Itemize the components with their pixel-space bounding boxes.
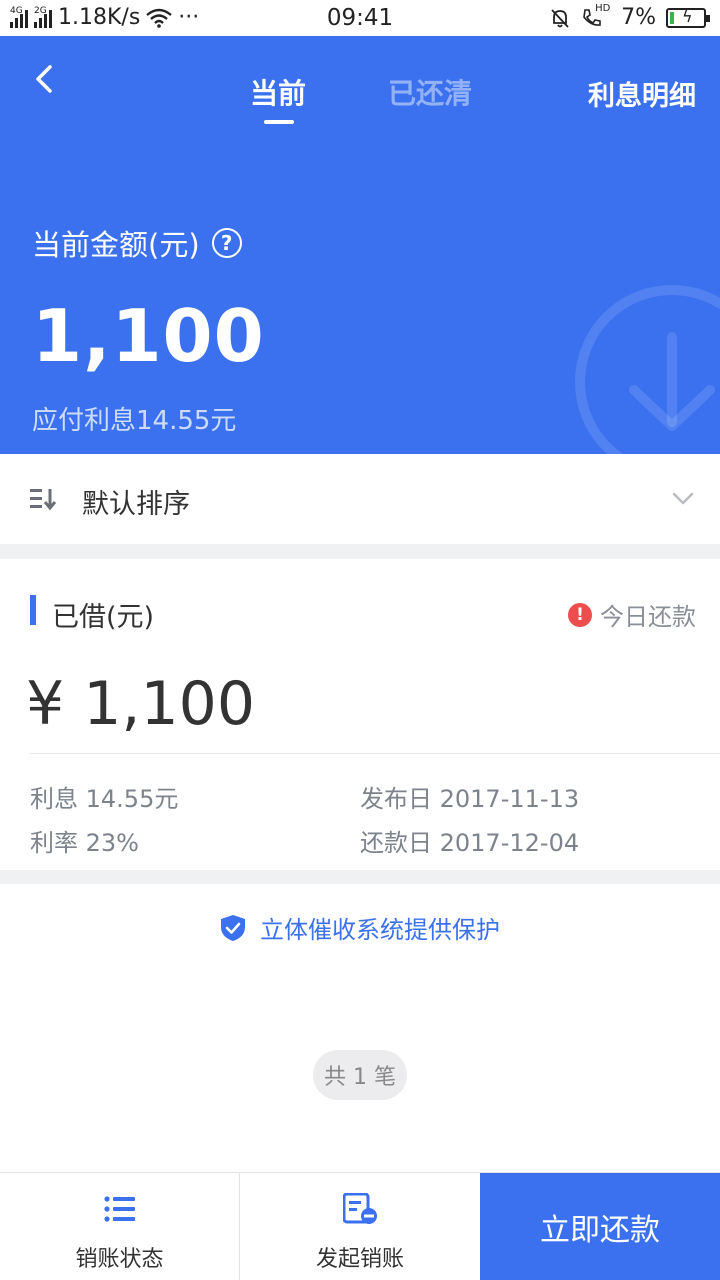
chevron-down-icon — [672, 492, 694, 505]
sort-icon — [30, 489, 57, 511]
writeoff-status-label: 销账状态 — [75, 1247, 164, 1272]
battery-percent: 7% — [621, 5, 656, 30]
repay-now-button[interactable]: 立即还款 — [480, 1173, 720, 1280]
start-writeoff-button[interactable]: 发起销账 — [240, 1173, 480, 1280]
loan-repay-date: 还款日 2017-12-04 — [360, 829, 580, 857]
protection-text: 立体催收系统提供保护 — [260, 916, 500, 944]
status-right: HD 7% ϟ — [549, 3, 710, 30]
alert-icon: ! — [568, 602, 592, 627]
loan-rate: 利率 23% — [30, 829, 139, 857]
interest-due: 应付利息14.55元 — [32, 406, 237, 436]
record-count: 共 1 笔 — [313, 1050, 407, 1100]
current-amount-text: 当前金额(元) — [32, 228, 200, 262]
protection-notice: 立体催收系统提供保护 — [0, 910, 720, 945]
card-divider — [30, 753, 720, 754]
due-today-text: 今日还款 — [600, 603, 696, 631]
card-accent-bar — [30, 595, 36, 625]
loan-interest: 利息 14.55元 — [30, 785, 179, 813]
tab-current[interactable]: 当前 — [250, 72, 306, 124]
document-minus-icon — [343, 1193, 377, 1224]
tab-settled[interactable]: 已还清 — [388, 72, 472, 112]
interest-detail-link[interactable]: 利息明细 — [588, 74, 696, 113]
battery-icon: ϟ — [666, 7, 710, 28]
borrowed-label: 已借(元) — [52, 602, 155, 633]
shield-check-icon — [221, 914, 245, 941]
status-bar: 4G 2G 1.18K/s ··· 09:41 HD 7% ϟ — [0, 0, 720, 36]
help-icon[interactable]: ? — [211, 228, 242, 258]
current-amount-label: 当前金额(元) ? — [32, 222, 242, 264]
list-footer: 立体催收系统提供保护 共 1 笔 — [0, 884, 720, 1172]
due-badge: ! 今日还款 — [568, 597, 696, 632]
header-summary: 当前 已还清 利息明细 当前金额(元) ? 1,100 应付利息14.55元 — [0, 36, 720, 454]
download-circle-icon — [575, 285, 720, 454]
hd-label: HD — [595, 2, 611, 14]
bottom-action-bar: 销账状态 发起销账 立即还款 — [0, 1172, 720, 1280]
bell-muted-icon — [551, 8, 569, 28]
loan-card[interactable]: 已借(元) ! 今日还款 ¥ 1,100 利息 14.55元 利率 23% 发布… — [0, 559, 720, 870]
sort-selector[interactable]: 默认排序 — [0, 454, 720, 544]
list-icon — [103, 1196, 135, 1222]
sort-label: 默认排序 — [82, 489, 190, 520]
hd-call-icon: HD — [581, 3, 611, 29]
loan-publish-date: 发布日 2017-11-13 — [360, 785, 580, 813]
start-writeoff-label: 发起销账 — [315, 1247, 404, 1272]
current-amount-value: 1,100 — [32, 294, 265, 378]
writeoff-status-button[interactable]: 销账状态 — [0, 1173, 240, 1280]
borrowed-amount: ¥ 1,100 — [26, 669, 256, 739]
